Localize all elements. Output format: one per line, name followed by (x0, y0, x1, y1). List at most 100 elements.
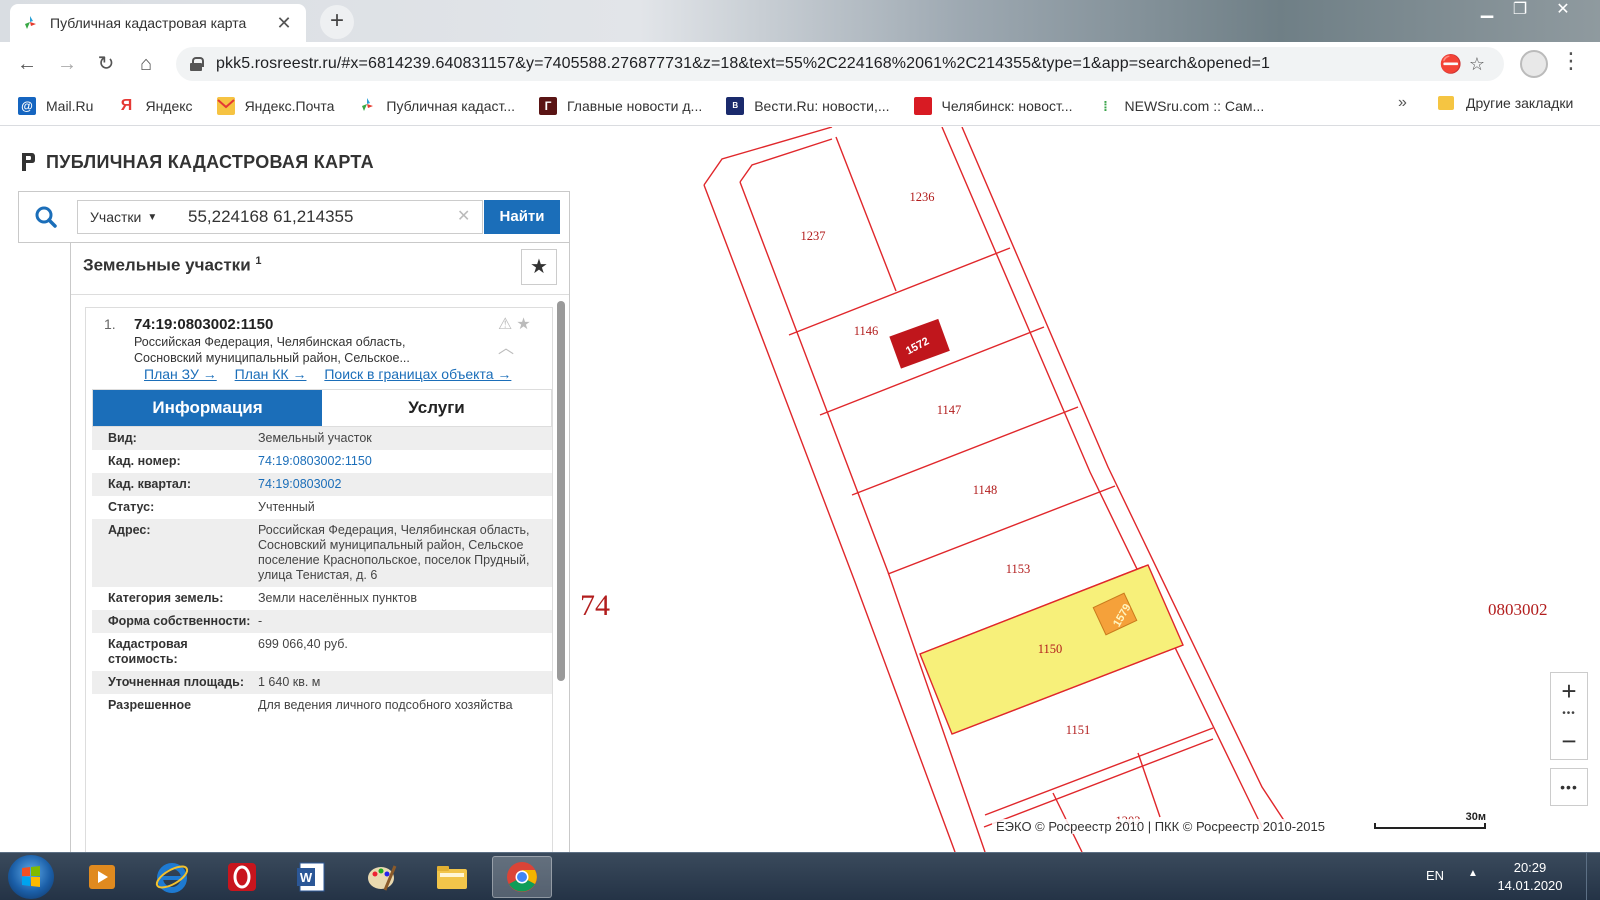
star-outline-icon[interactable]: ★ (516, 316, 534, 333)
result-address: Российская Федерация, Челябинская област… (134, 335, 410, 365)
bookmark-newsru[interactable]: ⁞ NEWSru.com :: Сам... (1097, 97, 1264, 115)
taskbar-chrome[interactable] (492, 856, 552, 898)
bookmark-pkk[interactable]: Публичная кадаст... (358, 97, 515, 115)
card-links: План ЗУ → План КК → Поиск в границах объ… (144, 366, 525, 382)
app-title: ПУБЛИЧНАЯ КАДАСТРОВАЯ КАРТА (46, 151, 374, 172)
bookmark-yandex[interactable]: Я Яндекс (117, 96, 193, 115)
bookmark-chelyabinsk[interactable]: Челябинск: новост... (913, 96, 1073, 115)
collapse-icon[interactable]: ︿ (498, 340, 518, 357)
taskbar-explorer[interactable] (422, 856, 482, 898)
tab-close-icon[interactable]: ✕ (274, 13, 294, 34)
taskbar-ie[interactable] (142, 856, 202, 898)
back-arrow-icon[interactable]: ← (14, 51, 40, 77)
parcel-label-1151: 1151 (1066, 723, 1091, 737)
scale-line (1374, 823, 1486, 829)
search-icon[interactable] (35, 206, 57, 228)
tab-services[interactable]: Услуги (322, 390, 551, 426)
object-type-select[interactable]: Участки ▼ (77, 200, 173, 234)
parcel-label-1236: 1236 (910, 190, 935, 204)
clear-search-icon[interactable]: ✕ (457, 206, 470, 226)
yandex-icon: Я (120, 96, 133, 114)
chelyabinsk-icon (913, 96, 932, 115)
search-button[interactable]: Найти (484, 200, 560, 234)
zoom-out-button[interactable]: − (1551, 723, 1587, 759)
bookmarks-more-button[interactable]: » (1398, 94, 1407, 112)
bookmark-vesti[interactable]: В Вести.Ru: новости,... (726, 96, 890, 115)
system-clock[interactable]: 20:29 14.01.2020 (1496, 859, 1564, 895)
scale-bar: 30м (1374, 807, 1486, 833)
cadastral-number-link[interactable]: 74:19:0803002:1150 (258, 454, 538, 469)
minimize-icon[interactable]: ▁ (1472, 0, 1502, 22)
taskbar-opera[interactable] (212, 856, 272, 898)
bookmark-yandex-mail[interactable]: Яндекс.Почта (216, 96, 334, 115)
card-actions: ⚠★ ︿ (498, 314, 552, 358)
info-row: Категория земель: Земли населённых пункто… (92, 587, 552, 610)
pkk-bookmark-icon (358, 97, 376, 115)
region-label: 74 (580, 589, 610, 622)
media-player-icon (89, 865, 115, 889)
url-text[interactable]: pkk5.rosreestr.ru/#x=6814239.640831157&y… (216, 55, 1438, 73)
taskbar-media-player[interactable] (72, 856, 132, 898)
map-tools-button[interactable]: ••• (1550, 768, 1588, 806)
info-row: Разрешенное Для ведения личного подсобног… (92, 694, 552, 717)
info-row: Кадастровая стоимость: 699 066,40 руб. (92, 633, 552, 671)
word-icon: W (297, 862, 325, 892)
plan-kk-link[interactable]: План КК → (235, 366, 307, 382)
taskbar-paint[interactable] (352, 856, 412, 898)
tab-information[interactable]: Информация (93, 390, 322, 426)
browser-menu-icon[interactable]: ⋮ (1560, 50, 1582, 72)
internet-explorer-icon (155, 863, 189, 893)
opera-icon (228, 863, 256, 891)
parcel-label-1150: 1150 (1038, 642, 1063, 656)
paint-palette-icon (368, 865, 397, 891)
maximize-icon[interactable]: ❐ (1505, 0, 1535, 22)
results-panel: Земельные участки 1 ★ 1. 74:19:0803002:1… (70, 243, 570, 852)
language-indicator[interactable]: EN (1426, 868, 1444, 883)
tray-expand-icon[interactable]: ▲ (1468, 868, 1478, 879)
zoom-slider-icon[interactable]: ••• (1551, 709, 1587, 723)
chrome-icon (507, 862, 537, 892)
quarter-label: 0803002 (1488, 600, 1548, 619)
browser-tab[interactable]: Публичная кадастровая карта ✕ (10, 4, 306, 42)
profile-avatar-icon[interactable] (1520, 50, 1548, 78)
search-input[interactable] (172, 200, 483, 234)
favorites-button[interactable]: ★ (521, 249, 557, 285)
info-row: Адрес: Российская Федерация, Челябинская … (92, 519, 552, 587)
bookmark-gazeta[interactable]: Г Главные новости д... (539, 96, 702, 115)
info-row: Кад. номер: 74:19:0803002:1150 (92, 450, 552, 473)
reload-icon[interactable]: ↻ (93, 51, 119, 77)
window-close-icon[interactable]: ✕ (1540, 0, 1586, 22)
bookmarks-bar: @ Mail.Ru Я Яндекс Яндекс.Почта Публична… (0, 86, 1600, 126)
home-icon[interactable]: ⌂ (133, 51, 159, 77)
clock-time: 20:29 (1513, 860, 1547, 875)
bookmark-star-icon[interactable]: ☆ (1464, 54, 1490, 75)
address-bar[interactable]: pkk5.rosreestr.ru/#x=6814239.640831157&y… (176, 47, 1504, 81)
forward-arrow-icon[interactable]: → (54, 51, 80, 77)
envelope-icon (216, 96, 235, 115)
pkk-favicon-icon (22, 15, 38, 31)
zoom-in-button[interactable]: + (1551, 673, 1587, 709)
scale-label: 30м (1465, 811, 1486, 823)
show-desktop-button[interactable] (1586, 853, 1600, 900)
newsru-icon: ⁞ (1103, 97, 1108, 114)
star-icon: ★ (530, 256, 548, 278)
taskbar-word[interactable]: W (282, 856, 342, 898)
bookmark-mailru[interactable]: @ Mail.Ru (18, 96, 93, 115)
folder-explorer-icon (437, 866, 467, 889)
other-bookmarks[interactable]: Другие закладки (1438, 95, 1573, 111)
cadastral-quarter-link[interactable]: 74:19:0803002 (258, 477, 538, 492)
map-attribution: ЕЭКО © Росреестр 2010 | ПКК © Росреестр … (992, 819, 1329, 834)
result-cadastral-id[interactable]: 74:19:0803002:1150 (134, 316, 273, 333)
svg-text:W: W (300, 870, 313, 885)
warning-icon[interactable]: ⚠ (498, 316, 516, 333)
search-within-link[interactable]: Поиск в границах объекта → (324, 366, 511, 382)
start-button[interactable] (8, 855, 54, 899)
parcel-label-1146: 1146 (854, 324, 879, 338)
info-row: Кад. квартал: 74:19:0803002 (92, 473, 552, 496)
results-scrollbar[interactable] (557, 301, 565, 681)
card-tabs: Информация Услуги (92, 389, 552, 427)
plan-zu-link[interactable]: План ЗУ → (144, 366, 217, 382)
blocked-content-icon[interactable]: ⛔ (1438, 54, 1464, 75)
new-tab-button[interactable]: + (320, 5, 354, 39)
info-row: Статус: Учтенный (92, 496, 552, 519)
